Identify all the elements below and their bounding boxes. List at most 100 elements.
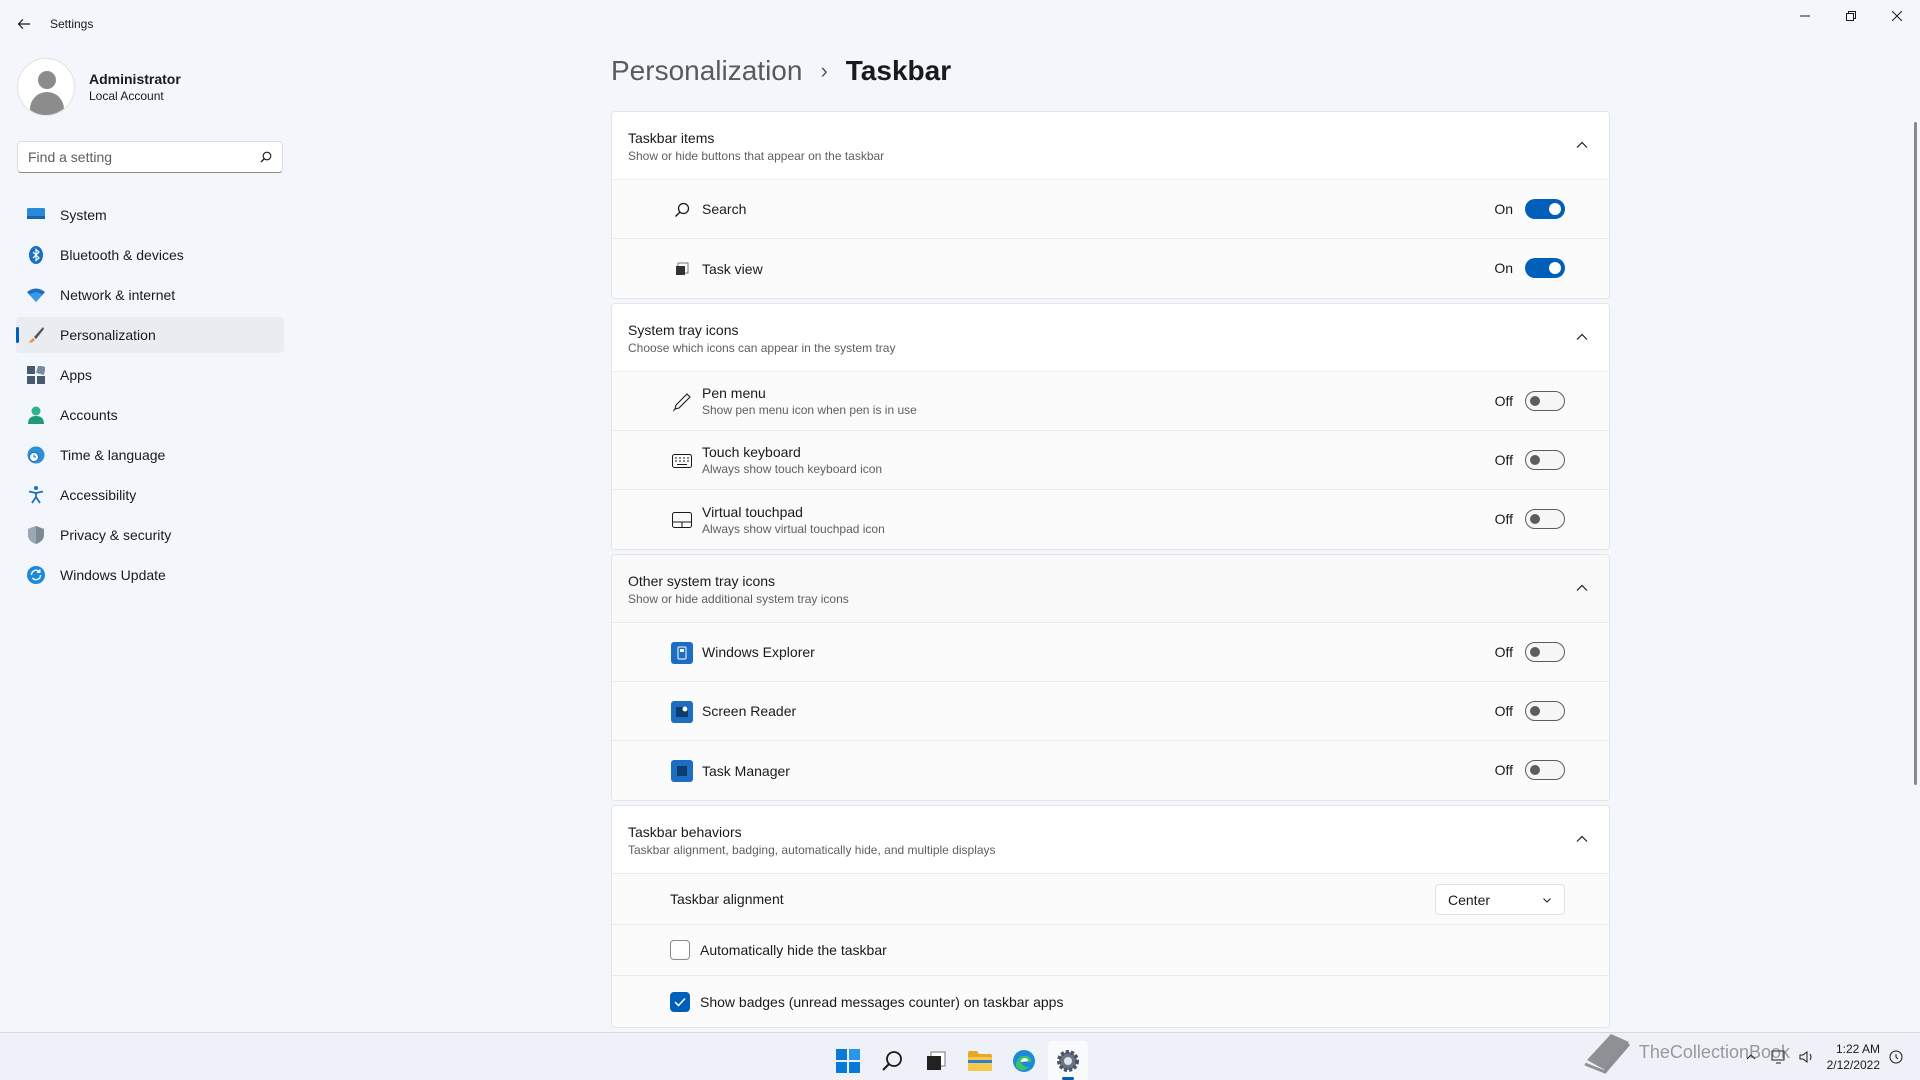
taskbar-behaviors-header[interactable]: Taskbar behaviors Taskbar alignment, bad… bbox=[612, 806, 1609, 874]
setting-row-task-view: Task view On bbox=[612, 239, 1609, 298]
row-label: Task Manager bbox=[702, 762, 790, 779]
taskbar-alignment-value: Center bbox=[1448, 891, 1491, 908]
globe-clock-icon bbox=[26, 445, 46, 465]
accessibility-icon bbox=[26, 485, 46, 505]
sidebar-item-bluetooth[interactable]: Bluetooth & devices bbox=[16, 237, 284, 273]
pen-icon bbox=[671, 391, 693, 413]
toggle-state-label: Off bbox=[1494, 644, 1513, 660]
screen-reader-toggle[interactable] bbox=[1525, 701, 1565, 721]
badges-checkbox[interactable] bbox=[670, 991, 690, 1012]
touch-keyboard-toggle[interactable] bbox=[1525, 450, 1565, 470]
taskbar-apps bbox=[828, 1041, 1092, 1080]
sidebar-item-personalization[interactable]: Personalization bbox=[16, 317, 284, 353]
toggle-state-label: Off bbox=[1494, 511, 1513, 527]
row-label: Windows Explorer bbox=[702, 644, 815, 660]
profile-name: Administrator bbox=[89, 71, 181, 87]
sidebar-item-accessibility[interactable]: Accessibility bbox=[16, 477, 284, 513]
chevron-up-icon bbox=[1576, 584, 1588, 591]
settings-icon bbox=[1057, 1050, 1079, 1072]
taskbar-alignment-dropdown[interactable]: Center bbox=[1435, 884, 1565, 915]
page-title: Taskbar bbox=[845, 55, 952, 86]
row-label: Pen menu bbox=[702, 385, 766, 401]
system-tray-icons-header[interactable]: System tray icons Choose which icons can… bbox=[612, 304, 1609, 372]
sidebar-item-windows-update[interactable]: Windows Update bbox=[16, 557, 284, 593]
setting-row-taskbar-alignment: Taskbar alignment Center bbox=[612, 874, 1609, 925]
task-view-toggle[interactable] bbox=[1525, 258, 1565, 278]
back-button[interactable] bbox=[10, 10, 38, 38]
sidebar-item-network[interactable]: Network & internet bbox=[16, 277, 284, 313]
taskbar-task-view-button[interactable] bbox=[916, 1041, 956, 1080]
search-icon bbox=[882, 1051, 902, 1071]
start-button[interactable] bbox=[828, 1041, 868, 1080]
sidebar-item-label: Bluetooth & devices bbox=[60, 247, 184, 263]
checkmark-icon bbox=[674, 997, 686, 1007]
watermark-text: TheCollectionBook bbox=[1638, 1041, 1790, 1062]
taskbar-items-group: Taskbar items Show or hide buttons that … bbox=[611, 111, 1610, 299]
autohide-checkbox[interactable] bbox=[670, 940, 690, 960]
title-bar: Settings bbox=[0, 0, 1920, 48]
pen-menu-toggle[interactable] bbox=[1525, 391, 1565, 411]
notification-icon[interactable] bbox=[1884, 1045, 1908, 1069]
breadcrumb-parent[interactable]: Personalization bbox=[611, 55, 802, 87]
taskbar-alignment-label: Taskbar alignment bbox=[670, 891, 784, 907]
row-description: Always show virtual touchpad icon bbox=[702, 521, 885, 536]
minimize-button[interactable] bbox=[1782, 0, 1828, 32]
restore-button[interactable] bbox=[1828, 0, 1874, 32]
scrollbar[interactable] bbox=[1914, 122, 1917, 785]
sidebar-item-label: Windows Update bbox=[60, 567, 166, 583]
row-description: Always show touch keyboard icon bbox=[702, 462, 883, 476]
badges-label: Show badges (unread messages counter) on… bbox=[700, 993, 1064, 1010]
chevron-up-icon bbox=[1576, 333, 1588, 340]
profile-account-type: Local Account bbox=[89, 89, 164, 103]
setting-row-task-manager: Task Manager Off bbox=[612, 741, 1609, 800]
shield-icon bbox=[26, 525, 46, 545]
sidebar-item-privacy-security[interactable]: Privacy & security bbox=[16, 517, 284, 553]
close-button[interactable] bbox=[1874, 0, 1920, 32]
row-description: Show pen menu icon when pen is in use bbox=[702, 403, 917, 417]
sidebar-nav: System Bluetooth & devices Network & int… bbox=[16, 197, 284, 597]
volume-icon[interactable] bbox=[1795, 1045, 1819, 1069]
row-label: Search bbox=[702, 201, 747, 217]
setting-row-windows-explorer: Windows Explorer Off bbox=[612, 623, 1609, 682]
taskbar-search-button[interactable] bbox=[872, 1041, 912, 1080]
search-icon bbox=[260, 151, 272, 163]
sidebar-item-apps[interactable]: Apps bbox=[16, 357, 284, 393]
autohide-label: Automatically hide the taskbar bbox=[700, 942, 887, 958]
taskbar-items-header[interactable]: Taskbar items Show or hide buttons that … bbox=[612, 112, 1609, 180]
row-label: Screen Reader bbox=[702, 703, 797, 719]
taskbar-file-explorer-button[interactable] bbox=[960, 1041, 1000, 1080]
back-arrow-icon bbox=[17, 19, 30, 29]
system-tray-icons-group: System tray icons Choose which icons can… bbox=[611, 303, 1610, 550]
close-icon bbox=[1892, 11, 1902, 21]
other-tray-icons-header[interactable]: Other system tray icons Show or hide add… bbox=[612, 555, 1609, 623]
task-manager-toggle[interactable] bbox=[1525, 760, 1565, 780]
taskbar-edge-button[interactable] bbox=[1004, 1041, 1044, 1080]
keyboard-icon bbox=[671, 450, 693, 472]
virtual-touchpad-toggle[interactable] bbox=[1525, 509, 1565, 529]
search-toggle[interactable] bbox=[1525, 199, 1565, 219]
taskbar-settings-button[interactable] bbox=[1048, 1041, 1088, 1080]
toggle-state-label: Off bbox=[1494, 452, 1513, 468]
search-input[interactable] bbox=[28, 149, 260, 165]
window-controls bbox=[1782, 0, 1920, 32]
settings-content: Taskbar items Show or hide buttons that … bbox=[611, 111, 1610, 1032]
taskbar-behaviors-group: Taskbar behaviors Taskbar alignment, bad… bbox=[611, 805, 1610, 1028]
monitor-icon bbox=[26, 205, 46, 225]
bluetooth-icon bbox=[26, 245, 46, 265]
setting-row-badges: Show badges (unread messages counter) on… bbox=[612, 976, 1609, 1027]
sidebar-item-label: Time & language bbox=[60, 447, 166, 463]
toggle-state-label: On bbox=[1494, 201, 1513, 217]
minimize-icon bbox=[1800, 15, 1810, 17]
sidebar-item-system[interactable]: System bbox=[16, 197, 284, 233]
user-profile[interactable]: Administrator Local Account bbox=[17, 58, 181, 116]
windows-explorer-toggle[interactable] bbox=[1525, 642, 1565, 662]
task-view-icon bbox=[671, 258, 693, 280]
taskbar-clock[interactable]: 1:22 AM 2/12/2022 bbox=[1827, 1041, 1880, 1073]
file-explorer-icon bbox=[968, 1051, 992, 1071]
sidebar-item-time-language[interactable]: Time & language bbox=[16, 437, 284, 473]
apps-icon bbox=[26, 365, 46, 385]
sidebar-item-accounts[interactable]: Accounts bbox=[16, 397, 284, 433]
touchpad-icon bbox=[671, 509, 693, 531]
setting-row-virtual-touchpad: Virtual touchpad Always show virtual tou… bbox=[612, 490, 1609, 549]
sidebar-item-label: System bbox=[60, 207, 107, 223]
